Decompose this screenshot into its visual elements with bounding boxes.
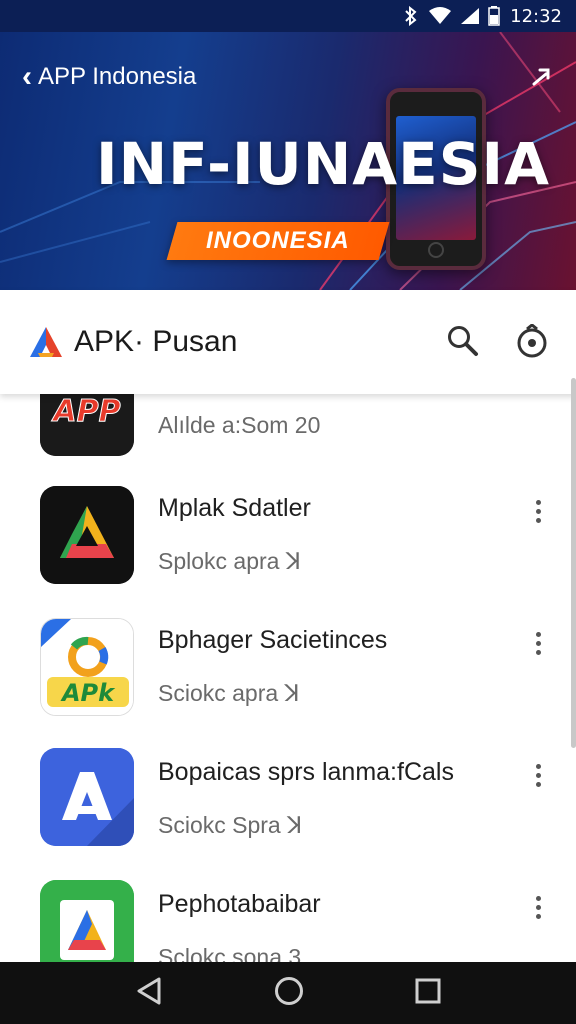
hero-banner: ‹ APP Indonesia INF-IUNAESIA INOONESIA — [0, 32, 576, 290]
banner-ribbon-text: INOONESIA — [206, 227, 350, 254]
list-item[interactable]: APP Alılde a:Som 20 — [0, 394, 576, 490]
app-subtitle: Sclokc sona 3 — [158, 944, 302, 962]
app-name: Mplak Sdatler — [158, 494, 311, 522]
bluetooth-icon — [402, 6, 420, 26]
app-red-icon: APP — [40, 394, 134, 456]
home-icon[interactable] — [274, 976, 304, 1011]
share-icon[interactable] — [528, 66, 552, 95]
app-name: Pephotabaibar — [158, 890, 321, 918]
signal-icon — [460, 7, 480, 25]
app-header: APK· Pusan — [0, 290, 576, 394]
more-options-icon[interactable] — [530, 764, 546, 787]
settings-icon[interactable] — [514, 323, 550, 365]
back-icon[interactable] — [135, 976, 163, 1011]
list-item[interactable]: Bopaicas sprs lanma:fCals Sciokc Spra ꓘ — [0, 748, 576, 880]
apk-logo-icon — [30, 327, 62, 357]
search-icon[interactable] — [446, 324, 480, 363]
list-item[interactable]: Mplak Sdatler Splokc apra ꓘ — [0, 484, 576, 616]
app-list: APP Alılde a:Som 20 Mplak Sdatler Splokc… — [0, 394, 576, 962]
phone-home-button — [428, 242, 444, 258]
triangle-icon — [40, 486, 134, 584]
app-subtitle: Sciokc apra ꓘ — [158, 680, 300, 706]
drive-icon — [40, 880, 134, 962]
app-subtitle: Sciokc Spra ꓘ — [158, 812, 303, 838]
wifi-icon — [428, 7, 452, 25]
a-arrow-icon — [40, 748, 134, 846]
more-options-icon[interactable] — [530, 632, 546, 655]
banner-ribbon: INOONESIA — [166, 222, 390, 260]
status-bar: 12:32 — [0, 0, 576, 32]
back-link[interactable]: ‹ APP Indonesia — [22, 62, 196, 92]
apk-gear-icon: APk — [40, 618, 134, 716]
more-options-icon[interactable] — [530, 500, 546, 523]
app-subtitle: Splokc apra ꓘ — [158, 548, 301, 574]
svg-text:APk: APk — [60, 679, 116, 707]
chevron-left-icon: ‹ — [22, 60, 32, 93]
system-nav-bar — [0, 962, 576, 1024]
app-name: Bopaicas sprs lanma:fCals — [158, 758, 454, 786]
list-item[interactable]: Pephotabaibar Sclokc sona 3 — [0, 880, 576, 962]
app-title: APK· Pusan — [74, 325, 238, 358]
battery-icon — [488, 6, 500, 26]
back-link-label: APP Indonesia — [38, 63, 197, 90]
svg-text:APP: APP — [51, 394, 120, 429]
banner-title: INF-IUNAESIA — [96, 130, 550, 198]
clock: 12:32 — [510, 5, 562, 27]
scrollbar[interactable] — [571, 378, 576, 748]
list-item[interactable]: APk Bphager Sacietinces Sciokc apra ꓘ — [0, 616, 576, 748]
recents-icon[interactable] — [415, 978, 441, 1009]
app-subtitle: Alılde a:Som 20 — [158, 412, 321, 438]
app-name: Bphager Sacietinces — [158, 626, 388, 654]
more-options-icon[interactable] — [530, 896, 546, 919]
